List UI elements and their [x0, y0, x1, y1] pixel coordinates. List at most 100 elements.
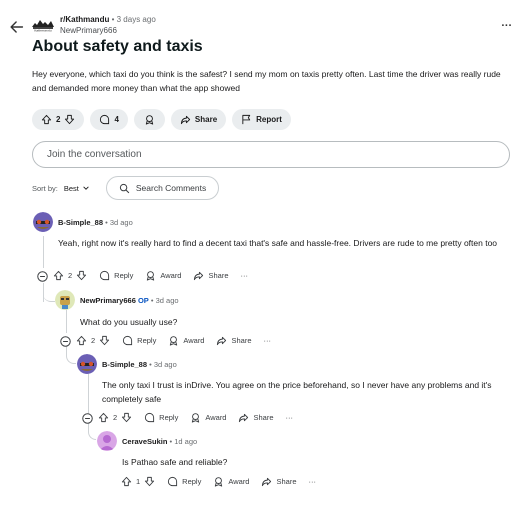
comment-vote-count: 1 [136, 477, 141, 486]
report-button[interactable]: Report [232, 109, 291, 130]
downvote-icon[interactable] [76, 270, 87, 281]
thread-line [43, 283, 44, 302]
reply-button[interactable]: Reply [144, 412, 178, 423]
downvote-icon[interactable] [121, 412, 132, 423]
post-body: Hey everyone, which taxi do you think is… [32, 69, 501, 93]
comment-vote-count: 2 [91, 336, 96, 345]
report-label: Report [256, 115, 282, 124]
thread-line [66, 307, 67, 333]
thread-line [43, 236, 44, 268]
comment-body: Is Pathao safe and reliable? [122, 457, 228, 467]
share-arrow-icon [261, 476, 272, 487]
reply-label: Reply [182, 477, 202, 486]
share-button[interactable]: Share [170, 109, 227, 130]
svg-text:Kathmandu: Kathmandu [34, 29, 51, 33]
share-label: Share [208, 271, 229, 280]
post-actions: 2 4 Share Report [32, 109, 291, 130]
comments-button[interactable]: 4 [90, 109, 128, 130]
post-meta: r/Kathmandu • 3 days ago NewPrimary666 [60, 14, 156, 36]
avatar[interactable] [77, 354, 97, 374]
post-vote-count: 2 [56, 115, 61, 124]
comment-age: • 3d ago [105, 218, 133, 227]
award-ribbon-icon [213, 476, 224, 487]
sort-dropdown[interactable]: Best [64, 184, 90, 193]
downvote-icon[interactable] [99, 335, 110, 346]
comment-age: • 1d ago [169, 437, 198, 446]
more-options-button[interactable]: ··· [286, 413, 294, 422]
speech-bubble-icon [99, 270, 110, 281]
award-label: Award [228, 477, 250, 486]
share-button[interactable]: Share [193, 270, 229, 281]
minus-circle-icon[interactable] [82, 412, 93, 424]
comment-age: • 3d ago [149, 360, 177, 369]
meta-dot: • [111, 15, 115, 24]
avatar[interactable] [33, 212, 53, 232]
comment-count: 4 [114, 115, 119, 124]
comment-body: What do you usually use? [80, 317, 178, 327]
share-button[interactable]: Share [238, 412, 274, 423]
comment-username[interactable]: B-Simple_88 [58, 218, 103, 227]
downvote-icon[interactable] [144, 476, 155, 487]
share-arrow-icon [180, 114, 191, 125]
comment-username[interactable]: NewPrimary666 [80, 296, 136, 305]
join-conversation-input[interactable]: Join the conversation [32, 141, 510, 168]
speech-bubble-icon [122, 335, 133, 346]
award-ribbon-icon [190, 412, 201, 423]
downvote-icon[interactable] [64, 114, 75, 125]
join-placeholder: Join the conversation [47, 149, 142, 160]
comment-actions: 2 Reply Award Share ··· [82, 412, 305, 424]
comment-body: Yeah, right now it's really hard to find… [58, 238, 498, 248]
more-options-button[interactable]: ... [501, 17, 512, 29]
award-button[interactable] [133, 109, 165, 130]
subreddit-name[interactable]: r/Kathmandu [60, 15, 109, 24]
chevron-down-icon [82, 184, 90, 192]
upvote-icon[interactable] [76, 335, 87, 346]
award-label: Award [205, 413, 227, 422]
reply-label: Reply [114, 271, 134, 280]
flag-icon [241, 114, 252, 125]
avatar[interactable] [55, 290, 75, 310]
vote-pill: 2 [32, 109, 85, 130]
avatar[interactable] [97, 431, 117, 451]
minus-circle-icon[interactable] [60, 335, 71, 347]
reply-button[interactable]: Reply [99, 270, 133, 281]
share-button[interactable]: Share [261, 476, 297, 487]
comment-vote-count: 2 [68, 271, 73, 280]
upvote-icon[interactable] [53, 270, 64, 281]
op-badge: OP [137, 296, 149, 305]
share-arrow-icon [193, 270, 204, 281]
post-title: About safety and taxis [32, 38, 203, 55]
comment-age: • 3d ago [150, 296, 179, 305]
upvote-icon[interactable] [41, 114, 52, 125]
search-comments-button[interactable]: Search Comments [105, 176, 220, 200]
award-button[interactable]: Award [145, 270, 181, 281]
post-author[interactable]: NewPrimary666 [60, 25, 156, 36]
search-icon [119, 183, 130, 194]
back-arrow-icon[interactable] [8, 18, 26, 36]
more-options-button[interactable]: ··· [241, 271, 249, 280]
share-button[interactable]: Share [216, 335, 252, 346]
comment-username[interactable]: B-Simple_88 [102, 360, 147, 369]
share-label: Share [231, 336, 252, 345]
subreddit-icon[interactable]: Kathmandu [31, 14, 55, 32]
share-label: Share [194, 115, 218, 124]
comment-username[interactable]: CeraveSukin [122, 437, 167, 446]
speech-bubble-icon [144, 412, 155, 423]
award-button[interactable]: Award [213, 476, 249, 487]
comment-vote: 2 [53, 270, 87, 281]
award-button[interactable]: Award [190, 412, 226, 423]
upvote-icon[interactable] [121, 476, 132, 487]
sort-value: Best [63, 183, 79, 193]
reply-button[interactable]: Reply [122, 335, 156, 346]
award-ribbon-icon [144, 114, 155, 125]
reply-button[interactable]: Reply [167, 476, 201, 487]
award-button[interactable]: Award [168, 335, 204, 346]
comment-body: The only taxi I trust is inDrive. You ag… [102, 380, 492, 404]
search-comments-label: Search Comments [135, 183, 207, 193]
more-options-button[interactable]: ··· [309, 477, 317, 486]
more-options-button[interactable]: ··· [264, 336, 272, 345]
upvote-icon[interactable] [98, 412, 109, 423]
sort-bar: Sort by: Best Search Comments [32, 176, 220, 200]
comment-vote: 2 [76, 335, 110, 346]
minus-circle-icon[interactable] [37, 270, 48, 282]
